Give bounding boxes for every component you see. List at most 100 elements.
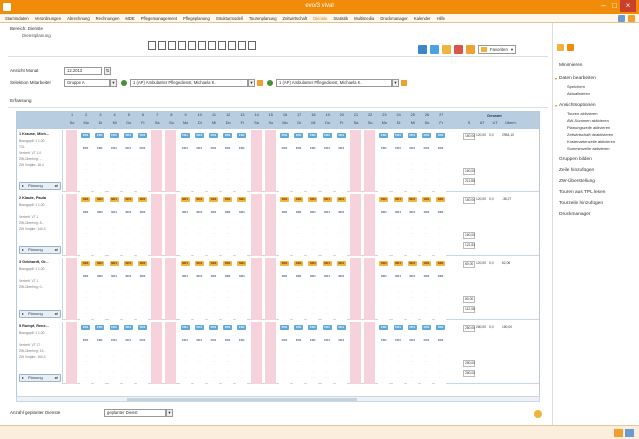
shift-code[interactable]: SD1 [181, 274, 190, 279]
shift-code[interactable]: FD1 [195, 146, 204, 151]
shift-chip[interactable]: FD1 [81, 325, 91, 330]
shift-chip[interactable]: FD1 [322, 325, 332, 330]
shift-chip[interactable]: FD1 [280, 133, 289, 138]
day-cell[interactable]: SD1 SD1 ·· ·· ·· ·· ·· ·· ·· ·· [279, 258, 290, 320]
print-icon[interactable] [418, 45, 427, 54]
shift-chip[interactable]: FD1 [194, 133, 204, 138]
data-edit-header[interactable]: Daten bearbeiten [559, 76, 596, 81]
total-value[interactable]: 280,00 [463, 360, 475, 367]
shift-chip[interactable]: SD1 [180, 197, 190, 202]
day-cell[interactable]: SD1 SD1 ·· ·· ·· ·· ·· ·· ·· ·· [193, 194, 205, 256]
day-cell[interactable] [250, 130, 262, 192]
option-planungszeile[interactable]: Planungszeile aktivieren [567, 125, 610, 130]
shift-code[interactable]: FD1 [124, 338, 133, 343]
day-cell[interactable] [350, 258, 361, 320]
total-value[interactable]: 80,00 [463, 261, 475, 268]
shift-code[interactable]: SD1 [436, 274, 445, 279]
shift-code[interactable]: SD1 [110, 274, 119, 279]
day-cell[interactable]: FD1 FD1 ·· ·· ·· ·· ·· ·· ·· ·· [108, 130, 120, 192]
shift-chip[interactable]: FD1 [436, 325, 446, 330]
shift-code[interactable]: FD1 [237, 146, 246, 151]
shift-code[interactable]: FD1 [294, 338, 303, 343]
employee-name[interactable]: 5 Rumpf, Rene... [19, 324, 49, 328]
shift-code[interactable]: FD1 [237, 338, 246, 343]
shift-chip[interactable]: SD1 [393, 261, 403, 266]
day-cell[interactable]: FD1 FD1 ·· ·· ·· ·· ·· ·· ·· ·· [122, 130, 134, 192]
day-cell[interactable] [364, 130, 376, 192]
shift-code[interactable]: FD1 [81, 338, 90, 343]
day-cell[interactable] [250, 322, 262, 384]
employee-name[interactable]: 2 Klaute, Paula [19, 196, 46, 200]
shift-chip[interactable]: SD1 [379, 197, 389, 202]
shift-code[interactable]: FD1 [209, 146, 218, 151]
action-touren-tpl[interactable]: Touren aus TPL lesen [559, 190, 605, 195]
day-cell[interactable] [151, 194, 163, 256]
shift-chip[interactable]: FD1 [95, 133, 105, 138]
info-icon[interactable] [466, 45, 475, 54]
day-cell[interactable]: SD1 SD1 ·· ·· ·· ·· ·· ·· ·· ·· [307, 194, 319, 256]
shift-code[interactable]: SD1 [223, 210, 232, 215]
day-cell[interactable]: SD1 SD1 ·· ·· ·· ·· ·· ·· ·· ·· [137, 258, 148, 320]
shift-chip[interactable]: SD1 [123, 197, 133, 202]
checkbox[interactable] [148, 41, 156, 50]
shift-chip[interactable]: FD1 [407, 133, 417, 138]
day-cell[interactable]: FD1 FD1 ·· ·· ·· ·· ·· ·· ·· ·· [179, 130, 191, 192]
day-cell[interactable]: SD1 SD1 ·· ·· ·· ·· ·· ·· ·· ·· [236, 194, 248, 256]
day-cell[interactable]: FD1 FD1 ·· ·· ·· ·· ·· ·· ·· ·· [279, 322, 290, 384]
day-cell[interactable] [250, 258, 262, 320]
shift-chip[interactable]: FD1 [379, 325, 389, 330]
checkbox[interactable] [178, 41, 186, 50]
day-cell[interactable]: FD1 FD1 ·· ·· ·· ·· ·· ·· ·· ·· [137, 130, 148, 192]
shift-chip[interactable]: FD1 [393, 325, 403, 330]
day-cell[interactable] [66, 130, 77, 192]
shift-code[interactable]: SD1 [209, 274, 218, 279]
day-cell[interactable]: SD1 SD1 ·· ·· ·· ·· ·· ·· ·· ·· [307, 258, 319, 320]
shift-chip[interactable]: FD1 [123, 325, 133, 330]
shift-code[interactable]: FD1 [394, 338, 403, 343]
day-cell[interactable]: SD1 SD1 ·· ·· ·· ·· ·· ·· ·· ·· [378, 258, 390, 320]
day-cell[interactable]: SD1 SD1 ·· ·· ·· ·· ·· ·· ·· ·· [421, 194, 432, 256]
shift-chip[interactable]: SD1 [95, 261, 105, 266]
shift-code[interactable]: SD1 [323, 210, 332, 215]
day-cell[interactable]: SD1 SD1 ·· ·· ·· ·· ·· ·· ·· ·· [208, 194, 219, 256]
day-cell[interactable] [364, 258, 376, 320]
shift-chip[interactable]: FD1 [209, 325, 218, 330]
shift-code[interactable]: SD1 [280, 210, 289, 215]
warning-icon[interactable] [534, 410, 542, 418]
shift-chip[interactable]: FD1 [237, 325, 247, 330]
planned-type-dropdown-button[interactable]: ▼ [166, 409, 173, 417]
day-cell[interactable]: FD1 FD1 ·· ·· ·· ·· ·· ·· ·· ·· [293, 130, 305, 192]
maximize-window-button[interactable]: □ [609, 0, 620, 12]
view-options-header[interactable]: Ansichtsoptionen [559, 103, 596, 108]
day-cell[interactable]: SD1 SD1 ·· ·· ·· ·· ·· ·· ·· ·· [179, 194, 191, 256]
day-cell[interactable] [264, 322, 276, 384]
action-druckmanager[interactable]: Druckmanager [559, 212, 590, 217]
day-cell[interactable]: FD1 FD1 ·· ·· ·· ·· ·· ·· ·· ·· [94, 322, 106, 384]
collapse-arrow-icon[interactable]: ▾ [555, 76, 557, 81]
search-icon[interactable] [121, 80, 127, 86]
shift-code[interactable]: SD1 [81, 210, 90, 215]
shift-chip[interactable]: SD1 [138, 197, 147, 202]
day-cell[interactable]: FD1 FD1 ·· ·· ·· ·· ·· ·· ·· ·· [307, 130, 319, 192]
shift-chip[interactable]: FD1 [138, 325, 147, 330]
menu-kalender[interactable]: Kalender [414, 16, 431, 21]
shift-chip[interactable]: FD1 [280, 325, 289, 330]
shift-chip[interactable]: SD1 [194, 197, 204, 202]
day-cell[interactable]: FD1 FD1 ·· ·· ·· ·· ·· ·· ·· ·· [236, 130, 248, 192]
shift-code[interactable]: SD1 [422, 210, 431, 215]
day-cell[interactable]: SD1 SD1 ·· ·· ·· ·· ·· ·· ·· ·· [378, 194, 390, 256]
day-cell[interactable] [264, 130, 276, 192]
shift-chip[interactable]: FD1 [138, 133, 147, 138]
day-cell[interactable]: SD1 SD1 ·· ·· ·· ·· ·· ·· ·· ·· [80, 194, 92, 256]
shift-code[interactable]: FD1 [408, 338, 417, 343]
shift-chip[interactable]: FD1 [237, 133, 247, 138]
favorites-select[interactable]: Favoriten [478, 45, 516, 54]
shift-chip[interactable]: FD1 [422, 325, 431, 330]
day-cell[interactable]: FD1 FD1 ·· ·· ·· ·· ·· ·· ·· ·· [222, 322, 234, 384]
scrollbar-thumb[interactable] [127, 398, 357, 401]
day-cell[interactable]: FD1 FD1 ·· ·· ·· ·· ·· ·· ·· ·· [392, 322, 404, 384]
menu-dienste[interactable]: Dienste [313, 16, 327, 21]
day-cell[interactable]: FD1 FD1 ·· ·· ·· ·· ·· ·· ·· ·· [335, 130, 347, 192]
shift-code[interactable]: SD1 [394, 274, 403, 279]
option-touren[interactable]: Touren aktivieren [567, 111, 597, 116]
